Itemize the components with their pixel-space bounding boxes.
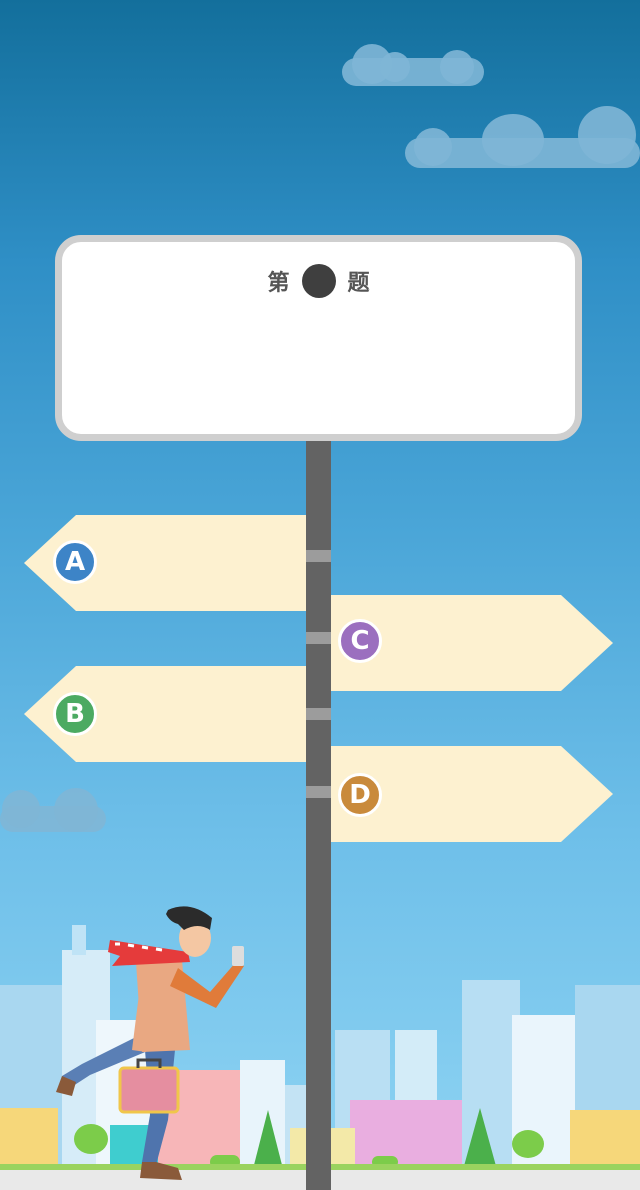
option-d-badge: D: [338, 773, 382, 817]
running-man-illustration: [56, 906, 244, 1180]
option-c-sign[interactable]: C: [331, 595, 613, 691]
option-d-letter: D: [349, 780, 371, 810]
option-c-badge: C: [338, 619, 382, 663]
option-b-letter: B: [65, 699, 85, 729]
option-b-badge: B: [53, 692, 97, 736]
question-number-dot: [301, 264, 336, 298]
option-a-letter: A: [64, 547, 86, 577]
option-b-sign[interactable]: B: [24, 666, 306, 762]
option-c-letter: C: [350, 626, 370, 656]
question-prefix: 第: [267, 271, 290, 296]
question-suffix: 题: [347, 271, 370, 296]
sign-pole: [306, 441, 331, 1190]
option-d-sign[interactable]: D: [331, 746, 613, 842]
option-a-sign[interactable]: A: [24, 515, 306, 611]
option-a-badge: A: [53, 540, 97, 584]
question-number: 第 题: [62, 264, 575, 298]
question-board: 第 题: [55, 235, 582, 441]
